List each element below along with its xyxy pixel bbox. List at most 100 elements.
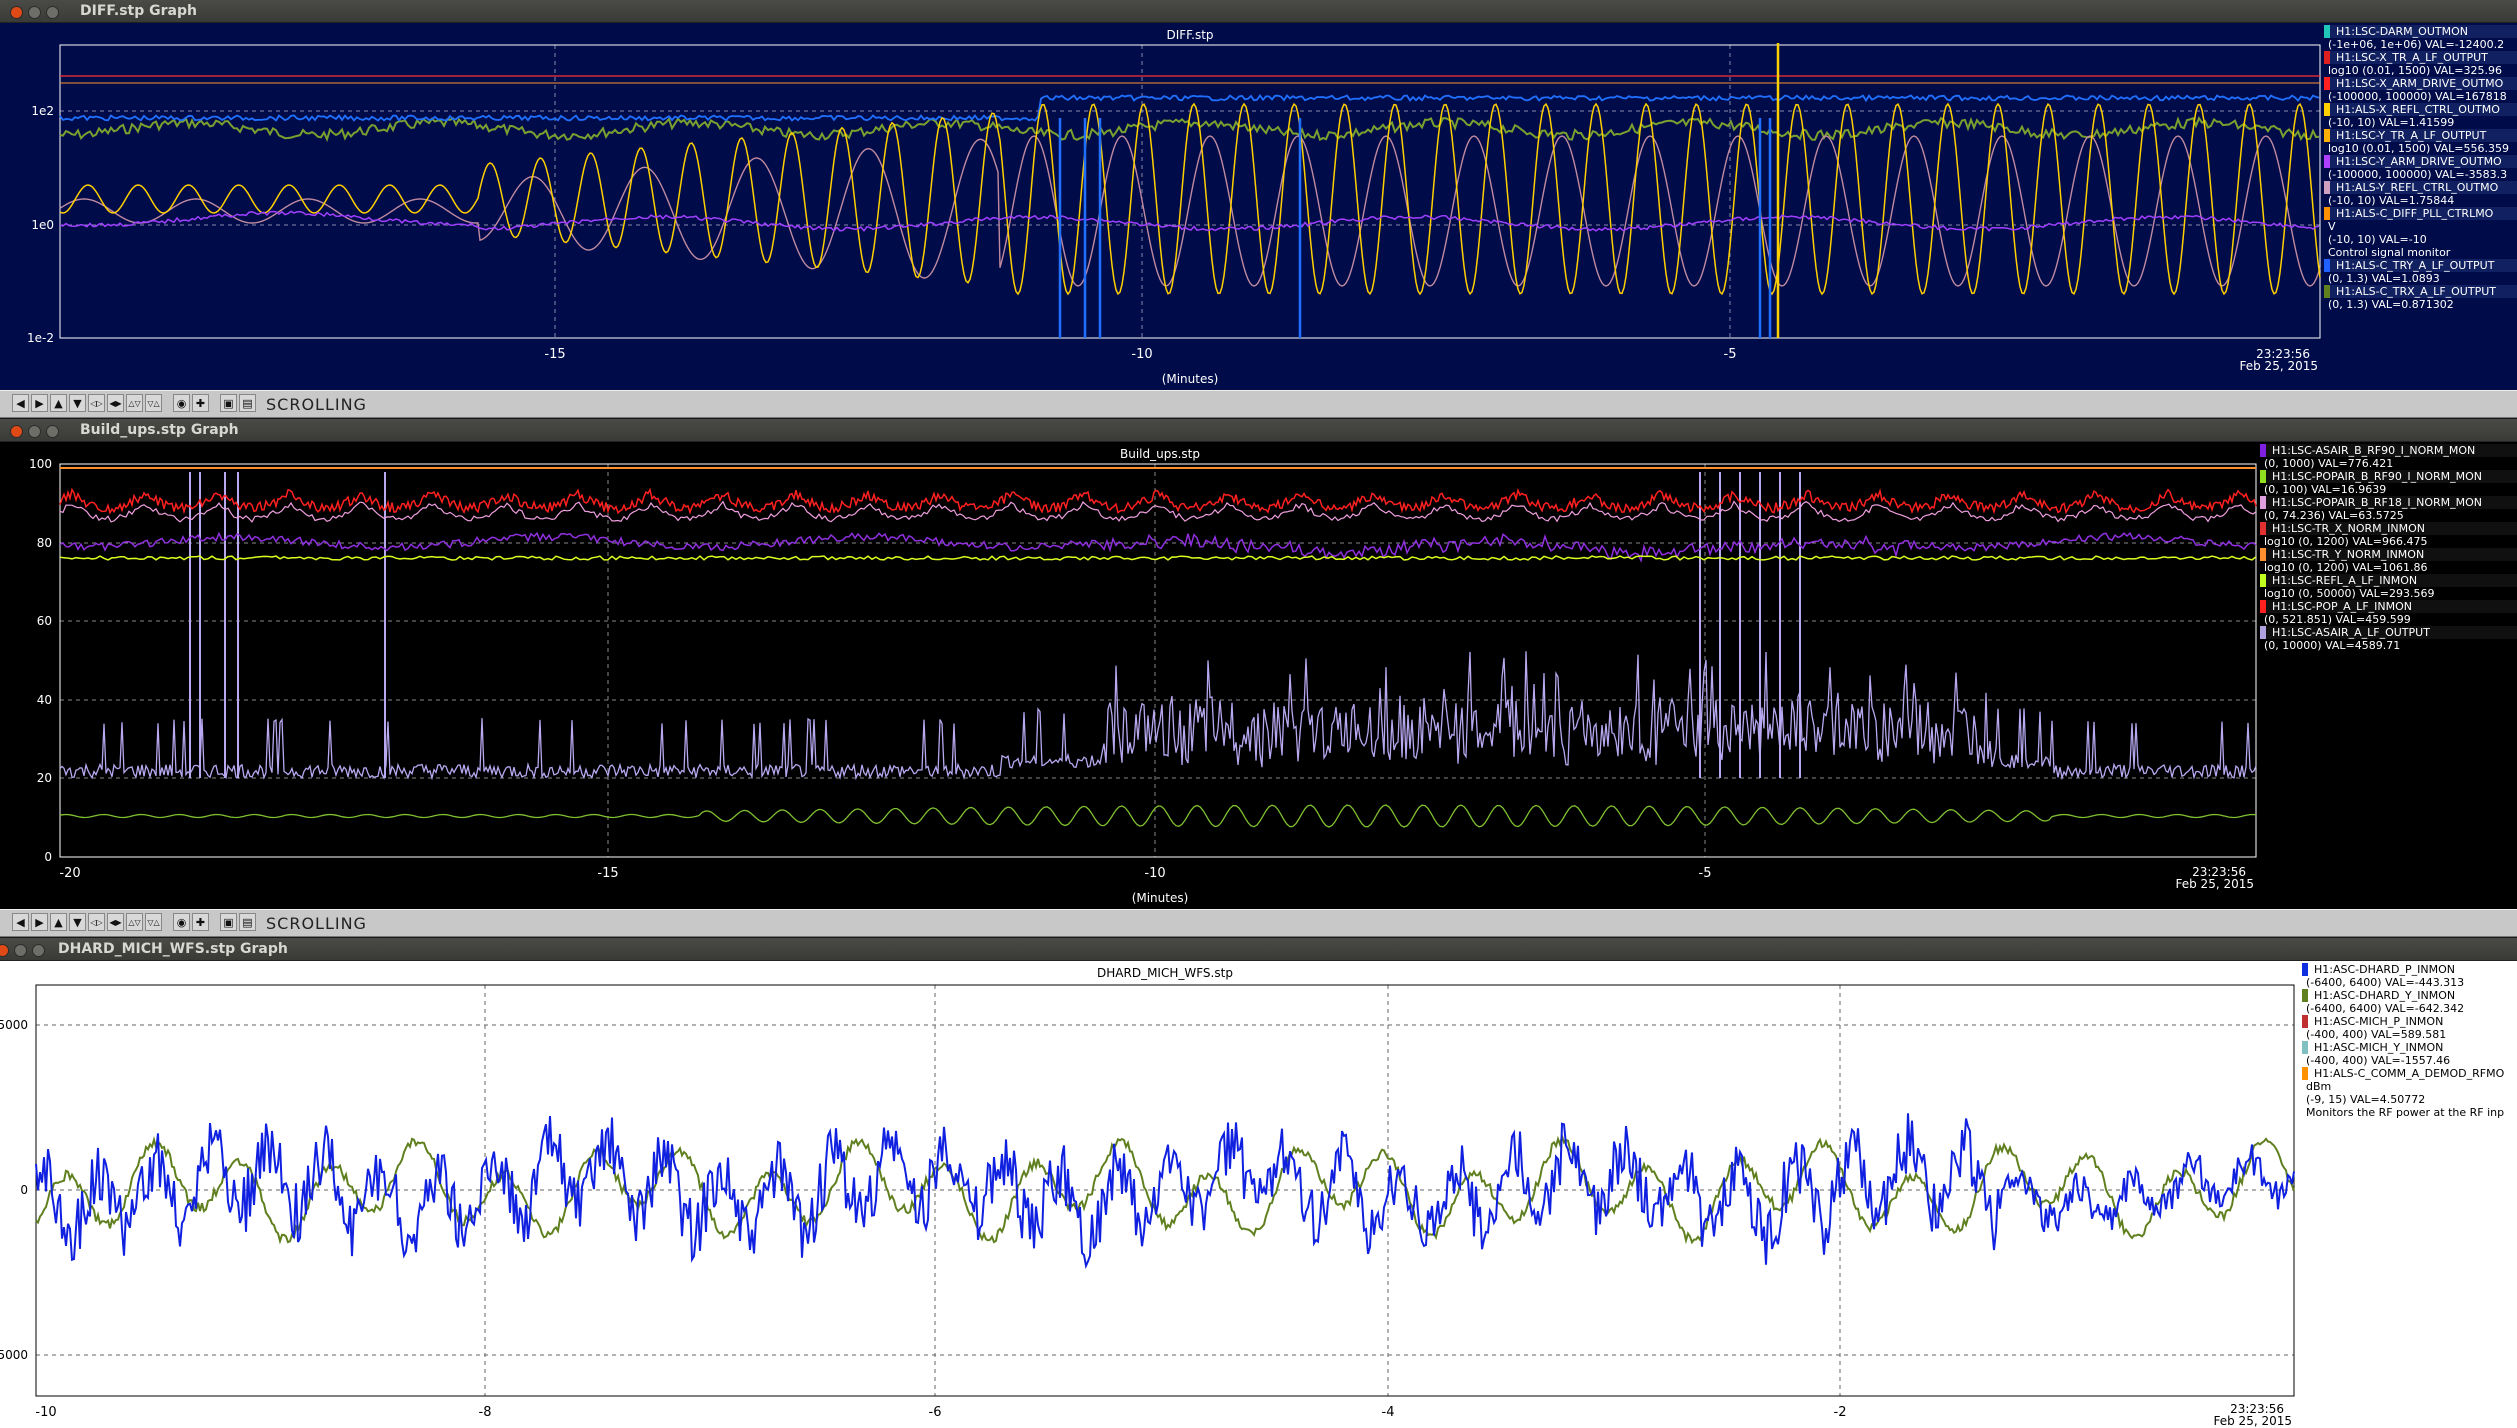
legend-entry[interactable]: H1:LSC-TR_X_NORM_INMON log10 (0, 1200) VA… xyxy=(2260,522,2517,548)
legend-entry[interactable]: H1:ASC-DHARD_Y_INMON (-6400, 6400) VAL=-6… xyxy=(2302,989,2517,1015)
diff-plot-panel[interactable]: DIFF.stp -15 -10 -5 1e2 1e0 1e-2 (Minutes) 23:23… xyxy=(0,23,2517,391)
maximize-icon[interactable] xyxy=(32,944,45,957)
grid-icon[interactable]: ▤ xyxy=(239,913,256,931)
minimize-icon[interactable] xyxy=(28,6,41,19)
zoom-y-out-icon[interactable]: △▽ xyxy=(126,394,143,412)
diff-chart[interactable]: DIFF.stp-15 -10 -51e21e01e-2(Minutes)23:23… xyxy=(0,23,2517,391)
zoom-y-out-icon[interactable]: △▽ xyxy=(126,913,143,931)
legend-entry[interactable]: H1:LSC-Y_TR_A_LF_OUTPUT log10 (0.01, 1500… xyxy=(2324,129,2517,155)
buildups-titlebar[interactable]: Build_ups.stp Graph xyxy=(0,419,2517,442)
scroll-left-icon[interactable]: ◀ xyxy=(12,394,29,412)
dhard-titlebar[interactable]: DHARD_MICH_WFS.stp Graph xyxy=(0,938,2517,961)
legend-entry[interactable]: H1:ASC-DHARD_P_INMON (-6400, 6400) VAL=-4… xyxy=(2302,963,2517,989)
legend-entry[interactable]: H1:LSC-Y_ARM_DRIVE_OUTMO (-100000, 100000… xyxy=(2324,155,2517,181)
legend-swatch xyxy=(2260,574,2266,587)
series-line xyxy=(59,555,2257,561)
x-axis-label: (Minutes) xyxy=(1162,372,1219,386)
legend-entry[interactable]: H1:LSC-X_TR_A_LF_OUTPUT log10 (0.01, 1500… xyxy=(2324,51,2517,77)
grid-icon[interactable]: ▤ xyxy=(239,394,256,412)
autoscale-icon[interactable]: ▣ xyxy=(220,913,237,931)
maximize-icon[interactable] xyxy=(46,6,59,19)
legend-entry[interactable]: H1:ALS-C_COMM_A_DEMOD_RFMO dBm (-9, 15) VA… xyxy=(2302,1067,2517,1119)
zoom-y-in-icon[interactable]: ▽△ xyxy=(145,913,162,931)
add-icon[interactable]: ✚ xyxy=(192,394,209,412)
legend-entry[interactable]: H1:LSC-ASAIR_B_RF90_I_NORM_MON (0, 1000) … xyxy=(2260,444,2517,470)
center-icon[interactable]: ◉ xyxy=(173,394,190,412)
buildups-chart[interactable]: Build_ups.stp -20 -15 -10 -5 100 80 60 40 20 0 (Min… xyxy=(0,442,2517,910)
diff-legend: H1:LSC-DARM_OUTMON (-1e+06, 1e+06) VAL=-1… xyxy=(2324,25,2517,311)
legend-entry[interactable]: H1:LSC-REFL_A_LF_INMON log10 (0, 50000) V… xyxy=(2260,574,2517,600)
zoom-x-in-icon[interactable]: ◀▶ xyxy=(107,394,124,412)
legend-swatch xyxy=(2260,626,2266,639)
autoscale-icon[interactable]: ▣ xyxy=(220,394,237,412)
legend-entry[interactable]: H1:LSC-ASAIR_A_LF_OUTPUT (0, 10000) VAL=4… xyxy=(2260,626,2517,652)
close-icon[interactable] xyxy=(10,425,23,438)
legend-range-value: (-400, 400) VAL=589.581 xyxy=(2306,1028,2447,1041)
legend-swatch xyxy=(2324,285,2330,298)
close-icon[interactable] xyxy=(10,6,23,19)
minimize-icon[interactable] xyxy=(14,944,27,957)
legend-entry[interactable]: H1:ASC-MICH_Y_INMON (-400, 400) VAL=-1557… xyxy=(2302,1041,2517,1067)
y-tick-label: 0 xyxy=(20,1183,28,1197)
x-tick-label: -10 xyxy=(35,1405,56,1420)
window-title: DIFF.stp Graph xyxy=(80,3,197,19)
legend-range-value: (0, 100) VAL=16.9639 xyxy=(2264,483,2387,496)
scroll-right-icon[interactable]: ▶ xyxy=(31,394,48,412)
diff-titlebar[interactable]: DIFF.stp Graph xyxy=(0,0,2517,23)
zoom-x-in-icon[interactable]: ◀▶ xyxy=(107,913,124,931)
zoom-x-out-icon[interactable]: ◁▷ xyxy=(88,913,105,931)
legend-entry[interactable]: H1:LSC-TR_Y_NORM_INMON log10 (0, 1200) VA… xyxy=(2260,548,2517,574)
legend-entry[interactable]: H1:ALS-C_TRY_A_LF_OUTPUT (0, 1.3) VAL=1.0… xyxy=(2324,259,2517,285)
y-tick-label: 40 xyxy=(37,693,52,707)
legend-entry[interactable]: H1:ALS-C_TRX_A_LF_OUTPUT (0, 1.3) VAL=0.8… xyxy=(2324,285,2517,311)
legend-range-value: (0, 1.3) VAL=0.871302 xyxy=(2328,298,2454,311)
dhard-plot-panel[interactable]: DHARD_MICH_WFS.stp -10 -8 -6 -4 -2 5000 0 5000 23… xyxy=(0,961,2517,1428)
scrolling-mode-label[interactable]: SCROLLING xyxy=(266,395,367,414)
x-axis-label: (Minutes) xyxy=(1132,891,1189,905)
scroll-down-icon[interactable]: ▼ xyxy=(69,913,86,931)
center-icon[interactable]: ◉ xyxy=(173,913,190,931)
diff-window: DIFF.stp Graph DIFF.stp -15 -10 -5 1e2 1e0 1e-… xyxy=(0,0,2517,424)
legend-entry[interactable]: H1:LSC-DARM_OUTMON (-1e+06, 1e+06) VAL=-1… xyxy=(2324,25,2517,51)
maximize-icon[interactable] xyxy=(46,425,59,438)
x-tick-label: -20 xyxy=(59,866,80,881)
legend-channel-name: H1:LSC-TR_Y_NORM_INMON xyxy=(2260,548,2517,561)
legend-swatch xyxy=(2302,1015,2308,1028)
buildups-plot-panel[interactable]: Build_ups.stp -20 -15 -10 -5 100 80 60 40 20 0 (Min… xyxy=(0,442,2517,910)
legend-entry[interactable]: H1:ALS-C_DIFF_PLL_CTRLMO V (-10, 10) VAL=-… xyxy=(2324,207,2517,259)
legend-range-value: (-10, 10) VAL=-10 xyxy=(2328,233,2427,246)
legend-channel-name: H1:LSC-TR_X_NORM_INMON xyxy=(2260,522,2517,535)
legend-entry[interactable]: H1:LSC-POPAIR_B_RF18_I_NORM_MON (0, 74.23… xyxy=(2260,496,2517,522)
dhard-window: DHARD_MICH_WFS.stp Graph DHARD_MICH_WFS.… xyxy=(0,938,2517,1428)
legend-entry[interactable]: H1:ASC-MICH_P_INMON (-400, 400) VAL=589.5… xyxy=(2302,1015,2517,1041)
series-line xyxy=(59,804,2257,828)
zoom-x-out-icon[interactable]: ◁▷ xyxy=(88,394,105,412)
plot-frame xyxy=(59,44,2321,339)
plot-frame xyxy=(59,463,2257,858)
scrolling-mode-label[interactable]: SCROLLING xyxy=(266,914,367,933)
legend-channel-name: H1:ASC-DHARD_P_INMON xyxy=(2302,963,2517,976)
scroll-up-icon[interactable]: ▲ xyxy=(50,913,67,931)
legend-entry[interactable]: H1:ALS-X_REFL_CTRL_OUTMO (-10, 10) VAL=1.… xyxy=(2324,103,2517,129)
legend-swatch xyxy=(2260,444,2266,457)
legend-channel-name: H1:ASC-MICH_Y_INMON xyxy=(2302,1041,2517,1054)
dhard-chart[interactable]: DHARD_MICH_WFS.stp-10 -8 -6 -4 -250000500023… xyxy=(0,961,2517,1428)
scroll-up-icon[interactable]: ▲ xyxy=(50,394,67,412)
legend-channel-name: H1:LSC-POP_A_LF_INMON xyxy=(2260,600,2517,613)
scroll-right-icon[interactable]: ▶ xyxy=(31,913,48,931)
legend-entry[interactable]: H1:LSC-X_ARM_DRIVE_OUTMO (-100000, 100000… xyxy=(2324,77,2517,103)
legend-range-value: (-100000, 100000) VAL=-3583.3 xyxy=(2328,168,2508,181)
scroll-down-icon[interactable]: ▼ xyxy=(69,394,86,412)
minimize-icon[interactable] xyxy=(28,425,41,438)
zoom-y-in-icon[interactable]: ▽△ xyxy=(145,394,162,412)
legend-swatch xyxy=(2324,25,2330,38)
scroll-left-icon[interactable]: ◀ xyxy=(12,913,29,931)
close-icon[interactable] xyxy=(0,944,9,957)
buildups-window: Build_ups.stp Graph Build_ups.stp -20 -15 -… xyxy=(0,419,2517,939)
add-icon[interactable]: ✚ xyxy=(192,913,209,931)
legend-entry[interactable]: H1:ALS-Y_REFL_CTRL_OUTMO (-10, 10) VAL=1.… xyxy=(2324,181,2517,207)
legend-channel-name: H1:ALS-X_REFL_CTRL_OUTMO xyxy=(2324,103,2517,116)
legend-entry[interactable]: H1:LSC-POP_A_LF_INMON (0, 521.851) VAL=45… xyxy=(2260,600,2517,626)
buildups-toolbar: ◀ ▶ ▲ ▼ ◁▷ ◀▶ △▽ ▽△ ◉ ✚ ▣ ▤ SCROLLING xyxy=(0,909,2517,937)
legend-entry[interactable]: H1:LSC-POPAIR_B_RF90_I_NORM_MON (0, 100) … xyxy=(2260,470,2517,496)
